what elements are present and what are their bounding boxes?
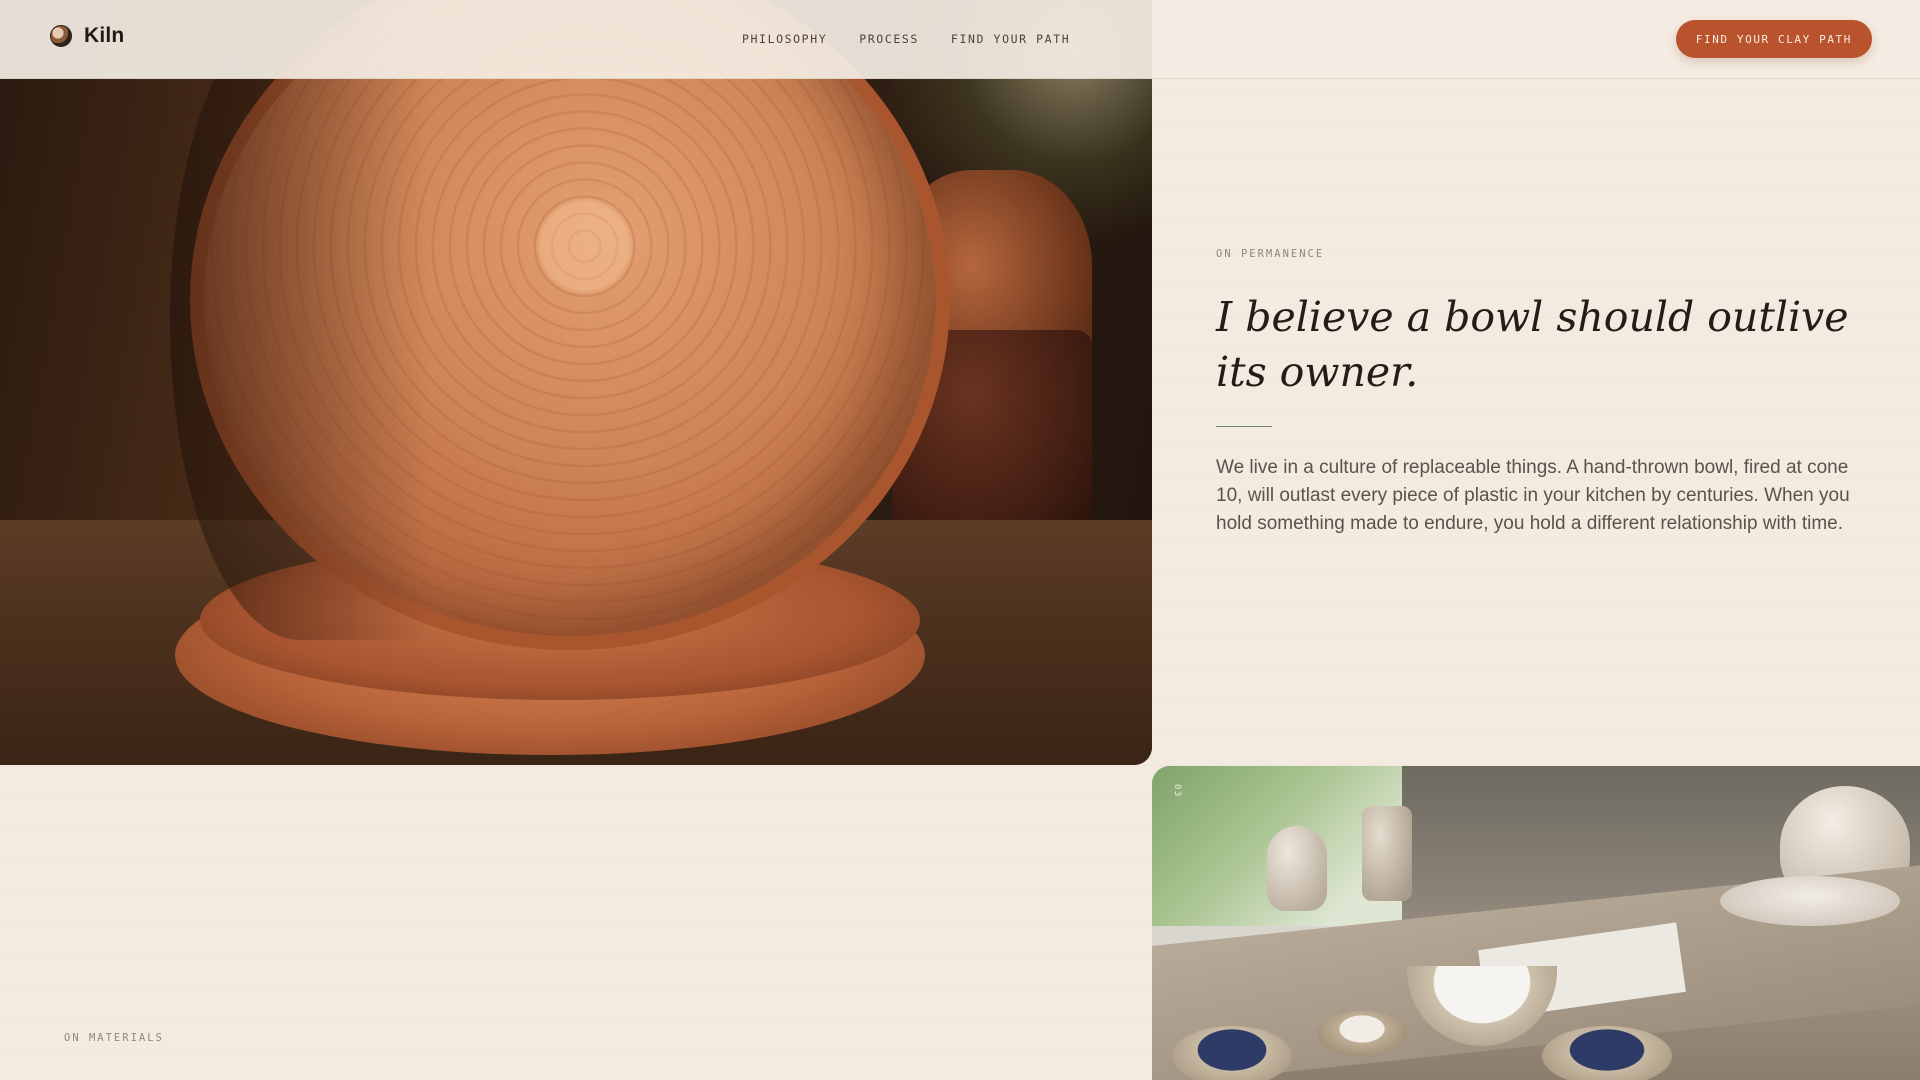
- plate-shadow: [170, 0, 430, 640]
- section-headline: I believe a bowl should outlive its owne…: [1216, 293, 1849, 396]
- permanence-section: ON PERMANENCE I believe a bowl should ou…: [1216, 248, 1856, 538]
- nav-links: PHILOSOPHY PROCESS FIND YOUR PATH: [742, 32, 1070, 46]
- bowl-blueberries-left: [1172, 1026, 1292, 1080]
- tool-jar: [1362, 806, 1412, 901]
- brand-logo[interactable]: Kiln: [50, 24, 124, 48]
- small-vase: [1267, 826, 1327, 911]
- find-your-clay-path-button[interactable]: FIND YOUR CLAY PATH: [1675, 20, 1872, 58]
- image-index-tag: 03: [1172, 784, 1182, 798]
- divider-rule: [1216, 426, 1272, 427]
- nav-link-process[interactable]: PROCESS: [859, 32, 919, 46]
- materials-eyebrow: ON MATERIALS: [64, 1032, 164, 1044]
- bowl-blueberries-right: [1542, 1026, 1672, 1080]
- nav-link-find-your-path[interactable]: FIND YOUR PATH: [951, 32, 1070, 46]
- top-navigation: Kiln PHILOSOPHY PROCESS FIND YOUR PATH F…: [0, 0, 1920, 79]
- section-eyebrow: ON PERMANENCE: [1216, 248, 1325, 260]
- banding-wheel: [1720, 876, 1900, 926]
- kiln-logo-icon: [50, 25, 72, 47]
- brand-name: Kiln: [84, 24, 125, 47]
- nav-link-philosophy[interactable]: PHILOSOPHY: [742, 32, 827, 46]
- terracotta-plates-photo: [0, 0, 1152, 765]
- pottery-workshop-photo: 03: [1152, 766, 1920, 1080]
- small-bowl: [1317, 1011, 1407, 1056]
- section-body: We live in a culture of replaceable thin…: [1216, 457, 1850, 534]
